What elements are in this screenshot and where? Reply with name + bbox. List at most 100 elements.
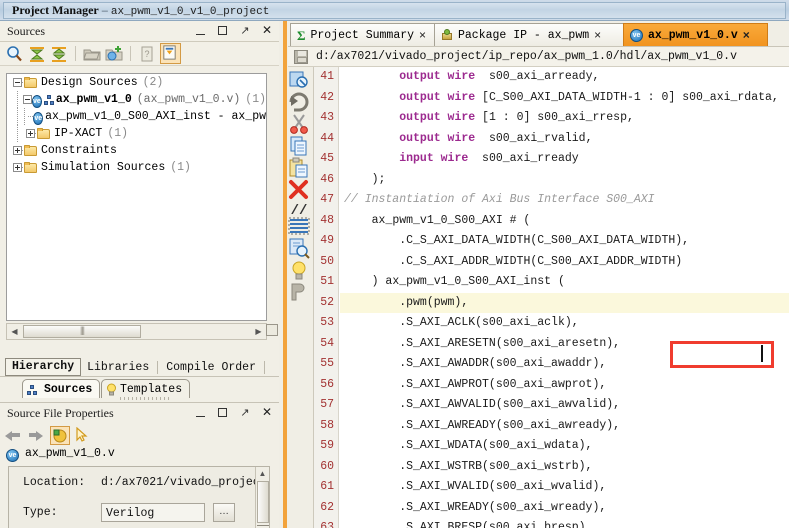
tree-expander[interactable]: [21, 91, 41, 108]
float-icon[interactable]: ↗: [239, 407, 251, 419]
code-line[interactable]: .S_AXI_ACLK(s00_axi_aclk),: [340, 313, 789, 334]
tree-row[interactable]: ve ax_pwm_v1_0_S00_AXI_inst - ax_pw: [7, 108, 266, 125]
close-icon[interactable]: ×: [743, 24, 750, 47]
scrollbar-thumb[interactable]: [23, 325, 141, 338]
copy-icon[interactable]: [288, 135, 313, 157]
tree-row[interactable]: IP-XACT (1): [7, 125, 266, 142]
tree-count: (1): [107, 127, 129, 140]
comment-icon[interactable]: //: [288, 201, 313, 217]
tab-compile-order[interactable]: Compile Order: [160, 360, 262, 376]
sources-horizontal-scrollbar[interactable]: ◀ ▶: [6, 323, 267, 340]
tree-row[interactable]: ve ax_pwm_v1_0 (ax_pwm_v1_0.v) (1): [7, 91, 266, 108]
tab-hierarchy[interactable]: Hierarchy: [5, 358, 82, 376]
expand-all-icon[interactable]: [50, 45, 68, 63]
close-icon[interactable]: ×: [419, 24, 426, 47]
find-icon[interactable]: [288, 69, 313, 91]
tree-expander[interactable]: [24, 125, 43, 142]
search-icon[interactable]: [6, 45, 24, 63]
find-replace-icon[interactable]: [288, 237, 313, 259]
code-line[interactable]: .S_AXI_WREADY(s00_axi_wready),: [340, 498, 789, 519]
indent-icon[interactable]: [288, 217, 313, 237]
code-line[interactable]: .S_AXI_WVALID(s00_axi_wvalid),: [340, 477, 789, 498]
code-line[interactable]: // Instantiation of Axi Bus Interface S0…: [340, 190, 789, 211]
scroll-corner[interactable]: [266, 323, 279, 340]
code-line[interactable]: output wire [1 : 0] s00_axi_rresp,: [340, 108, 789, 129]
tree-row[interactable]: Design Sources (2): [7, 74, 266, 91]
maximize-icon[interactable]: [217, 25, 229, 37]
undo-icon[interactable]: [288, 91, 313, 113]
sfp-vertical-scrollbar[interactable]: ▲: [255, 467, 269, 528]
scroll-up-arrow-icon[interactable]: ▲: [257, 468, 269, 480]
code-line[interactable]: .S_AXI_AWPROT(s00_axi_awprot),: [340, 375, 789, 396]
panel-grip[interactable]: [120, 397, 170, 400]
back-arrow-icon[interactable]: [4, 427, 22, 443]
scroll-right-arrow-icon[interactable]: ▶: [251, 324, 266, 339]
code-line[interactable]: );: [340, 170, 789, 191]
code-line[interactable]: .C_S_AXI_ADDR_WIDTH(C_S00_AXI_ADDR_WIDTH…: [340, 252, 789, 273]
code-line[interactable]: output wire s00_axi_rvalid,: [340, 129, 789, 150]
code-line[interactable]: ) ax_pwm_v1_0_S00_AXI_inst (: [340, 272, 789, 293]
code-content[interactable]: output wire s00_axi_arready, output wire…: [340, 67, 789, 528]
code-line[interactable]: .S_AXI_WSTRB(s00_axi_wstrb),: [340, 457, 789, 478]
code-comment: // Instantiation of Axi Bus Interface S0…: [344, 193, 655, 206]
minimize-icon[interactable]: [195, 25, 207, 37]
paste-icon[interactable]: [288, 157, 313, 179]
type-field[interactable]: Verilog: [101, 502, 205, 522]
open-folder-icon[interactable]: [83, 45, 101, 63]
delete-icon[interactable]: [288, 179, 313, 201]
save-icon[interactable]: [294, 49, 308, 64]
code-line[interactable]: .pwm(pwm),: [340, 292, 789, 313]
scrollbar-thumb[interactable]: [256, 481, 269, 523]
close-icon[interactable]: ✕: [261, 406, 273, 419]
properties-icon[interactable]: [50, 425, 70, 445]
collapse-all-icon[interactable]: [28, 45, 46, 63]
close-icon[interactable]: ✕: [261, 24, 273, 37]
cut-icon[interactable]: [288, 113, 313, 135]
code-editor[interactable]: 41 42 43 44 45 46 47 48 49 50 51 52 53 54 55 56 57 58 59 60…: [314, 67, 789, 528]
code-line[interactable]: input wire s00_axi_rready: [340, 149, 789, 170]
lightbulb-icon[interactable]: [288, 259, 313, 281]
maximize-icon[interactable]: [217, 407, 229, 419]
add-sources-icon[interactable]: [105, 45, 123, 63]
code-line[interactable]: output wire [C_S00_AXI_DATA_WIDTH-1 : 0]…: [340, 88, 789, 109]
tab-ax-pwm-v1-0-v[interactable]: ve ax_pwm_v1_0.v ×: [623, 23, 768, 46]
tree-expander[interactable]: [11, 159, 30, 176]
report-icon[interactable]: ?: [138, 45, 156, 63]
tab-sources[interactable]: Sources: [22, 379, 101, 398]
hierarchy-update-icon[interactable]: [160, 43, 181, 64]
code-line[interactable]: output wire s00_axi_arready,: [340, 67, 789, 88]
code-line[interactable]: .S_AXI_AWADDR(s00_axi_awaddr),: [340, 354, 789, 375]
select-cursor-icon[interactable]: [75, 427, 89, 443]
code-keyword: output: [399, 90, 441, 104]
code-text: .S_AXI_ACLK(s00_axi_aclk),: [399, 316, 579, 329]
code-line[interactable]: .S_AXI_AWREADY(s00_axi_awready),: [340, 416, 789, 437]
minimize-icon[interactable]: [195, 407, 207, 419]
type-browse-button[interactable]: …: [213, 502, 235, 522]
tab-project-summary[interactable]: Σ Project Summary ×: [290, 23, 438, 46]
float-icon[interactable]: ↗: [239, 25, 251, 37]
line-number: 41: [320, 70, 334, 83]
code-line[interactable]: .C_S_AXI_DATA_WIDTH(C_S00_AXI_DATA_WIDTH…: [340, 231, 789, 252]
code-text: ax_pwm_v1_0_S00_AXI # (: [371, 213, 531, 227]
tab-templates[interactable]: Templates: [101, 379, 191, 398]
code-line[interactable]: .S_AXI_ARESETN(s00_axi_aresetn),: [340, 334, 789, 355]
tree-expander[interactable]: [11, 74, 30, 91]
sources-tree[interactable]: Design Sources (2) ve ax_pwm_v1_0 (ax_pw…: [6, 73, 267, 321]
code-line[interactable]: .S_AXI_AWVALID(s00_axi_awvalid),: [340, 395, 789, 416]
forward-arrow-icon[interactable]: [27, 427, 45, 443]
line-number: 51: [320, 275, 334, 288]
code-line[interactable]: .S_AXI_WDATA(s00_axi_wdata),: [340, 436, 789, 457]
column-select-icon[interactable]: [288, 281, 313, 303]
tab-libraries[interactable]: Libraries: [81, 360, 155, 376]
code-keyword: input: [399, 152, 434, 165]
scroll-left-arrow-icon[interactable]: ◀: [7, 324, 22, 339]
code-line[interactable]: ax_pwm_v1_0_S00_AXI # (: [340, 211, 789, 232]
tree-row[interactable]: Simulation Sources (1): [7, 159, 266, 176]
tab-package-ip[interactable]: Package IP - ax_pwm ×: [434, 23, 627, 46]
close-icon[interactable]: ×: [594, 24, 601, 47]
tree-expander[interactable]: [11, 142, 30, 159]
tree-row[interactable]: Constraints: [7, 142, 266, 159]
code-line[interactable]: .S_AXI_BRESP(s00_axi_bresp),: [340, 518, 789, 528]
line-number: 62: [320, 500, 334, 514]
